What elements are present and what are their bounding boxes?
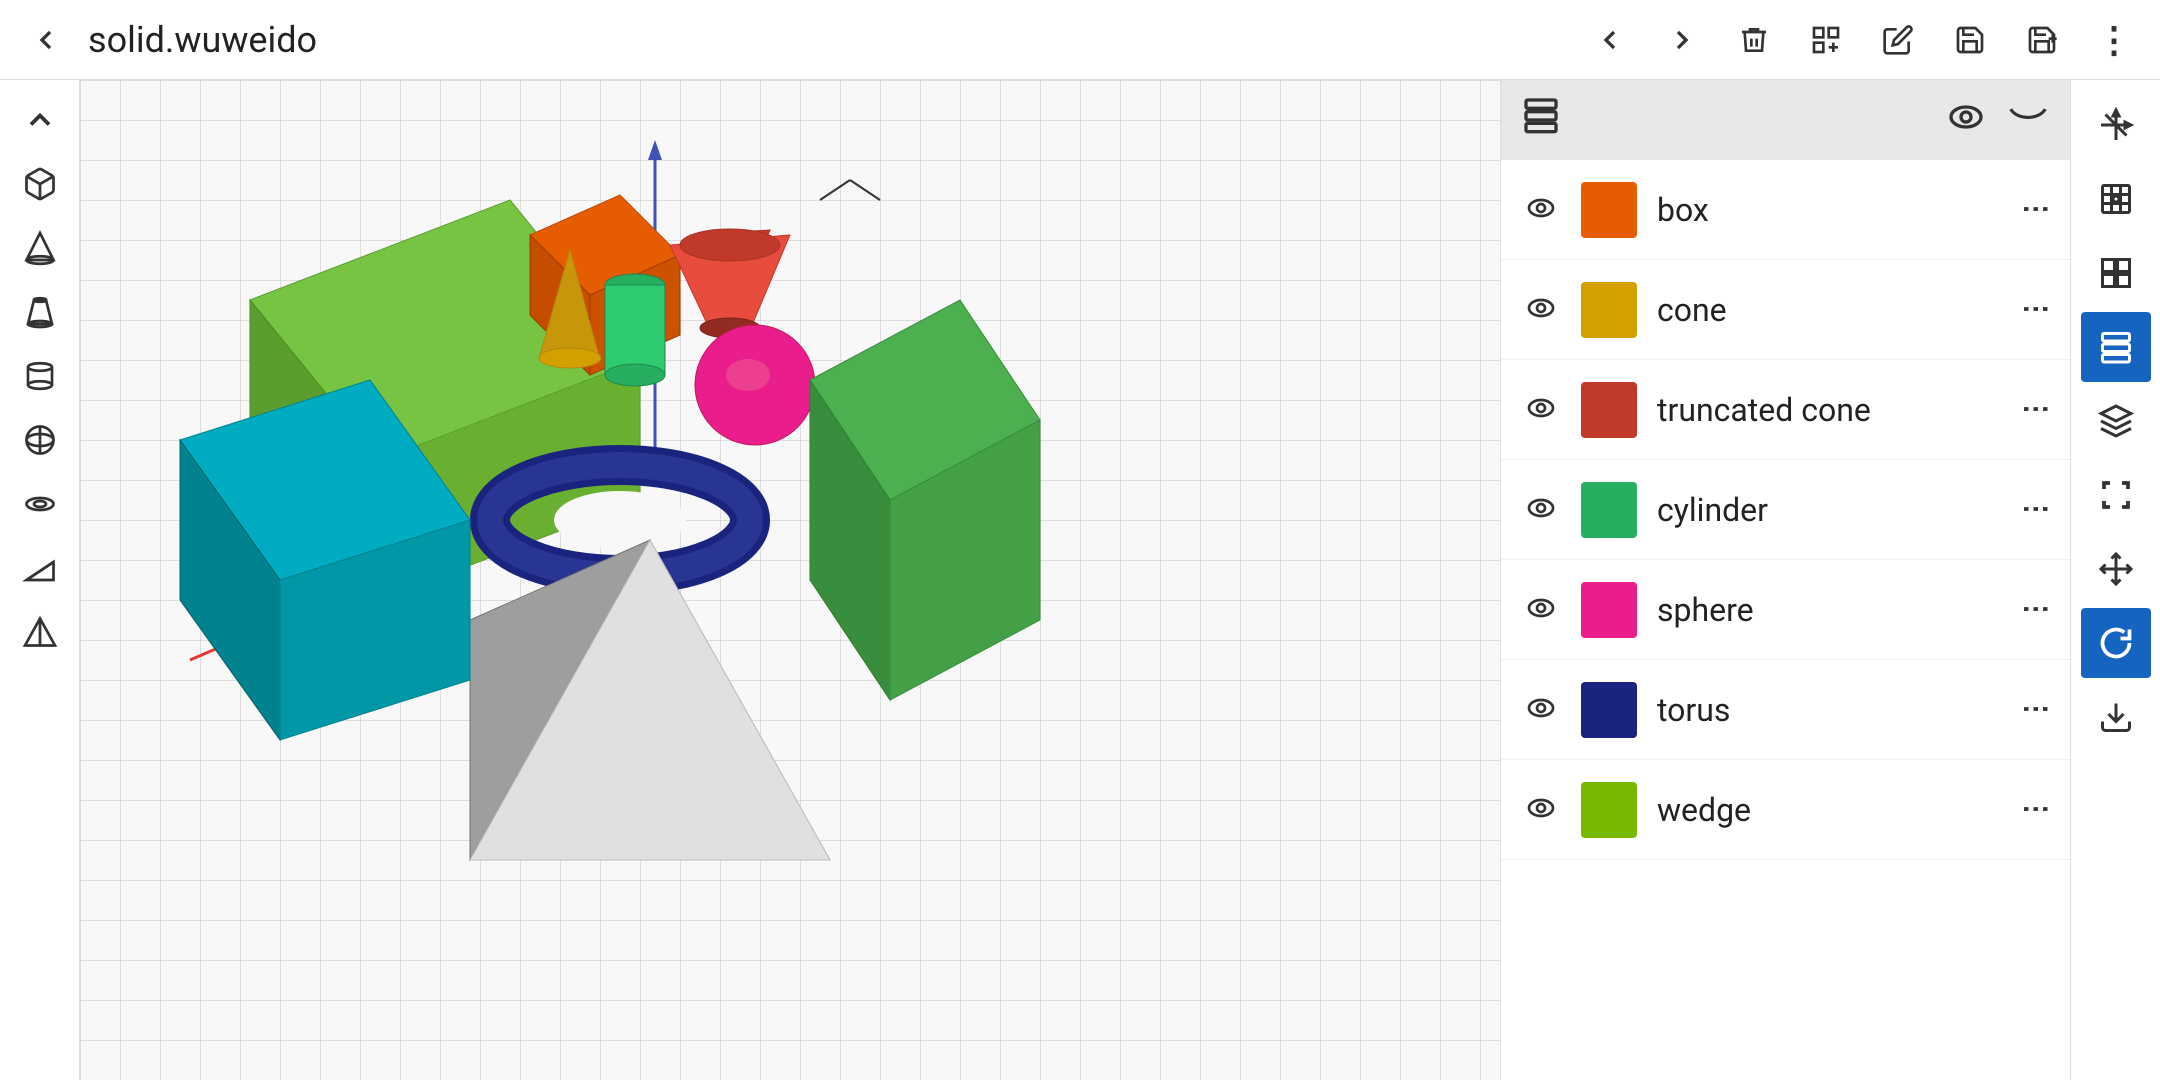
header-right: ⋮ <box>2088 14 2140 66</box>
nav-back-button[interactable] <box>1584 14 1636 66</box>
main-content: box ⋮ cone ⋮ truncated cone <box>0 80 2160 1080</box>
layer-color-box <box>1581 182 1637 238</box>
add-to-group-button[interactable] <box>1800 14 1852 66</box>
layer-more-box[interactable]: ⋮ <box>2020 195 2050 225</box>
layer-name-truncated-cone: truncated cone <box>1657 391 2000 429</box>
grid-button[interactable] <box>2081 238 2151 308</box>
layer-name-box: box <box>1657 191 2000 229</box>
cylinder-tool[interactable] <box>10 346 70 406</box>
layer-more-sphere[interactable]: ⋮ <box>2020 595 2050 625</box>
layer-eye-truncated-cone[interactable] <box>1521 392 1561 427</box>
layer-item-sphere: sphere ⋮ <box>1501 560 2070 660</box>
cone-tool[interactable] <box>10 218 70 278</box>
torus-tool[interactable] <box>10 474 70 534</box>
document-title: solid.wuweido <box>88 19 317 61</box>
header-actions <box>1584 14 2068 66</box>
show-all-button[interactable] <box>1946 100 1986 140</box>
layer-more-cylinder[interactable]: ⋮ <box>2020 495 2050 525</box>
layer-more-truncated-cone[interactable]: ⋮ <box>2020 395 2050 425</box>
save-button[interactable] <box>1944 14 1996 66</box>
layer-item-cone: cone ⋮ <box>1501 260 2070 360</box>
frame-button[interactable] <box>2081 460 2151 530</box>
layers-button[interactable] <box>2081 312 2151 382</box>
back-button[interactable] <box>20 14 72 66</box>
collapse-tool[interactable] <box>10 90 70 150</box>
layer-color-wedge <box>1581 782 1637 838</box>
hide-all-button[interactable] <box>2006 100 2050 140</box>
layer-color-truncated-cone <box>1581 382 1637 438</box>
pyramid-tool[interactable] <box>10 602 70 662</box>
scene-svg <box>80 80 1500 1080</box>
layers-header <box>1501 80 2070 160</box>
layers-panel: box ⋮ cone ⋮ truncated cone <box>1500 80 2070 1080</box>
save-plus-button[interactable] <box>2016 14 2068 66</box>
layer-item-wedge: wedge ⋮ <box>1501 760 2070 860</box>
layer-eye-box[interactable] <box>1521 192 1561 227</box>
wedge-tool[interactable] <box>10 538 70 598</box>
delete-button[interactable] <box>1728 14 1780 66</box>
perspective-button[interactable] <box>2081 164 2151 234</box>
layer-more-cone[interactable]: ⋮ <box>2020 295 2050 325</box>
export-button[interactable] <box>2081 682 2151 752</box>
layer-eye-torus[interactable] <box>1521 692 1561 727</box>
header: solid.wuweido <box>0 0 2160 80</box>
layers-header-icon <box>1521 95 1561 145</box>
truncated-cone-tool[interactable] <box>10 282 70 342</box>
layer-eye-cone[interactable] <box>1521 292 1561 327</box>
sphere-tool[interactable] <box>10 410 70 470</box>
layer-name-wedge: wedge <box>1657 791 2000 829</box>
header-left: solid.wuweido <box>20 14 1584 66</box>
move-button[interactable] <box>2081 534 2151 604</box>
layer-item-truncated-cone: truncated cone ⋮ <box>1501 360 2070 460</box>
right-toolbar <box>2070 80 2160 1080</box>
edit-button[interactable] <box>1872 14 1924 66</box>
layer-name-sphere: sphere <box>1657 591 2000 629</box>
box-tool[interactable] <box>10 154 70 214</box>
viewport[interactable] <box>80 80 1500 1080</box>
layer-item-torus: torus ⋮ <box>1501 660 2070 760</box>
layer-eye-wedge[interactable] <box>1521 792 1561 827</box>
3d-axis-button[interactable] <box>2081 90 2151 160</box>
layer-color-cylinder <box>1581 482 1637 538</box>
stack-button[interactable] <box>2081 386 2151 456</box>
layer-more-torus[interactable]: ⋮ <box>2020 695 2050 725</box>
layer-name-cone: cone <box>1657 291 2000 329</box>
more-options-button[interactable]: ⋮ <box>2088 14 2140 66</box>
layer-more-wedge[interactable]: ⋮ <box>2020 795 2050 825</box>
layers-header-actions <box>1946 100 2050 140</box>
layer-item-box: box ⋮ <box>1501 160 2070 260</box>
layer-color-sphere <box>1581 582 1637 638</box>
left-toolbar <box>0 80 80 1080</box>
layer-color-torus <box>1581 682 1637 738</box>
layer-eye-sphere[interactable] <box>1521 592 1561 627</box>
layer-color-cone <box>1581 282 1637 338</box>
nav-forward-button[interactable] <box>1656 14 1708 66</box>
layer-name-cylinder: cylinder <box>1657 491 2000 529</box>
layer-item-cylinder: cylinder ⋮ <box>1501 460 2070 560</box>
layer-eye-cylinder[interactable] <box>1521 492 1561 527</box>
rotate-button[interactable] <box>2081 608 2151 678</box>
layer-name-torus: torus <box>1657 691 2000 729</box>
